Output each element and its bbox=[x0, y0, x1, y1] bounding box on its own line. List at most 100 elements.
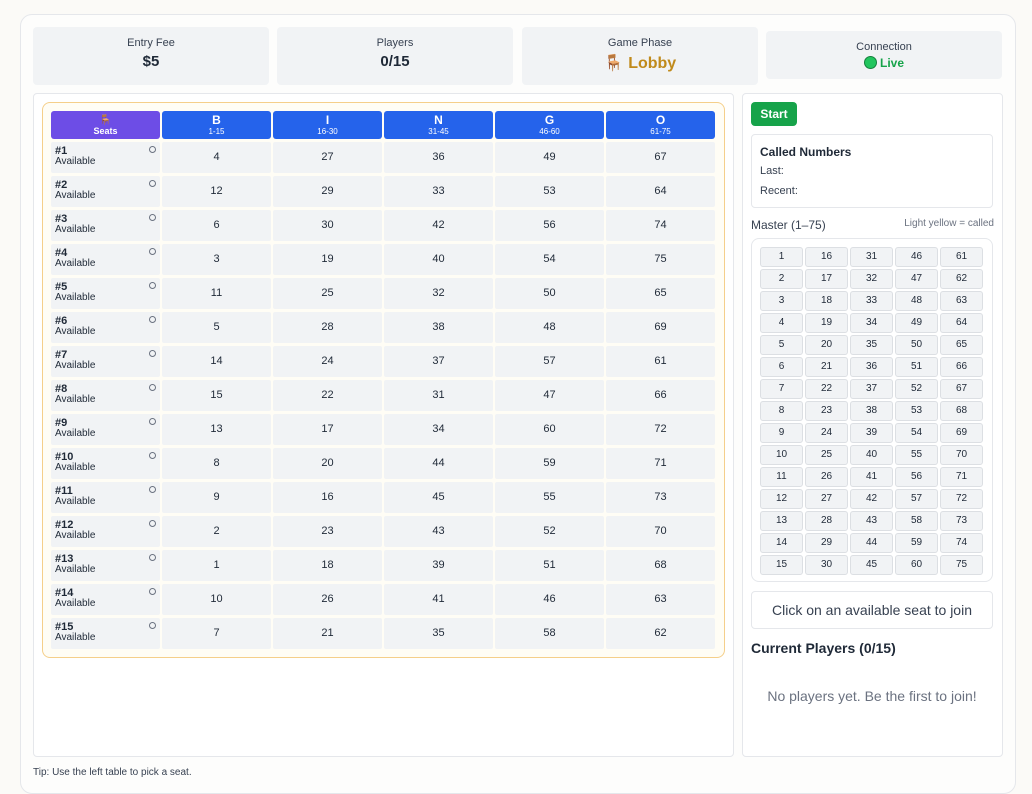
card-number-cell[interactable]: 51 bbox=[495, 550, 604, 581]
card-number-cell[interactable]: 7 bbox=[162, 618, 271, 649]
card-number-cell[interactable]: 36 bbox=[384, 142, 493, 173]
card-number-cell[interactable]: 67 bbox=[606, 142, 715, 173]
seat-11[interactable]: #11 Available bbox=[51, 482, 160, 513]
card-number-cell[interactable]: 31 bbox=[384, 380, 493, 411]
seat-4[interactable]: #4 Available bbox=[51, 244, 160, 275]
card-number-cell[interactable]: 17 bbox=[273, 414, 382, 445]
card-number-cell[interactable]: 64 bbox=[606, 176, 715, 207]
card-number-cell[interactable]: 8 bbox=[162, 448, 271, 479]
card-number-cell[interactable]: 72 bbox=[606, 414, 715, 445]
card-number-cell[interactable]: 52 bbox=[495, 516, 604, 547]
card-number-cell[interactable]: 42 bbox=[384, 210, 493, 241]
card-number-cell[interactable]: 71 bbox=[606, 448, 715, 479]
card-number-cell[interactable]: 49 bbox=[495, 142, 604, 173]
card-number-cell[interactable]: 16 bbox=[273, 482, 382, 513]
card-number-cell[interactable]: 57 bbox=[495, 346, 604, 377]
card-number-cell[interactable]: 24 bbox=[273, 346, 382, 377]
card-number-cell[interactable]: 75 bbox=[606, 244, 715, 275]
card-number-cell[interactable]: 54 bbox=[495, 244, 604, 275]
card-number-cell[interactable]: 70 bbox=[606, 516, 715, 547]
card-number-cell[interactable]: 60 bbox=[495, 414, 604, 445]
seat-2[interactable]: #2 Available bbox=[51, 176, 160, 207]
card-number-cell[interactable]: 2 bbox=[162, 516, 271, 547]
seat-3[interactable]: #3 Available bbox=[51, 210, 160, 241]
seat-5[interactable]: #5 Available bbox=[51, 278, 160, 309]
card-number-cell[interactable]: 41 bbox=[384, 584, 493, 615]
seat-10[interactable]: #10 Available bbox=[51, 448, 160, 479]
card-number-cell[interactable]: 35 bbox=[384, 618, 493, 649]
card-number-cell[interactable]: 69 bbox=[606, 312, 715, 343]
card-number-cell[interactable]: 23 bbox=[273, 516, 382, 547]
seat-6[interactable]: #6 Available bbox=[51, 312, 160, 343]
card-number-cell[interactable]: 12 bbox=[162, 176, 271, 207]
card-number-cell[interactable]: 65 bbox=[606, 278, 715, 309]
card-number-cell[interactable]: 20 bbox=[273, 448, 382, 479]
seat-13[interactable]: #13 Available bbox=[51, 550, 160, 581]
seat-board: 🪑 Seats B 1-15 I 16-30 N 31-45 G 46-60 O 61-75 #1 A… bbox=[42, 102, 725, 658]
card-number-cell[interactable]: 9 bbox=[162, 482, 271, 513]
card-number-cell[interactable]: 18 bbox=[273, 550, 382, 581]
card-number-cell[interactable]: 47 bbox=[495, 380, 604, 411]
card-number-cell[interactable]: 25 bbox=[273, 278, 382, 309]
card-number-cell[interactable]: 13 bbox=[162, 414, 271, 445]
card-number-cell[interactable]: 28 bbox=[273, 312, 382, 343]
card-number-cell[interactable]: 56 bbox=[495, 210, 604, 241]
card-number-cell[interactable]: 29 bbox=[273, 176, 382, 207]
card-number-cell[interactable]: 63 bbox=[606, 584, 715, 615]
card-number-cell[interactable]: 34 bbox=[384, 414, 493, 445]
master-number-75: 75 bbox=[940, 555, 983, 575]
card-number-cell[interactable]: 6 bbox=[162, 210, 271, 241]
card-number-cell[interactable]: 37 bbox=[384, 346, 493, 377]
card-number-cell[interactable]: 27 bbox=[273, 142, 382, 173]
card-number-cell[interactable]: 11 bbox=[162, 278, 271, 309]
card-number-cell[interactable]: 68 bbox=[606, 550, 715, 581]
seat-9[interactable]: #9 Available bbox=[51, 414, 160, 445]
card-number-cell[interactable]: 14 bbox=[162, 346, 271, 377]
card-number-cell[interactable]: 73 bbox=[606, 482, 715, 513]
card-number-cell[interactable]: 46 bbox=[495, 584, 604, 615]
seat-1[interactable]: #1 Available bbox=[51, 142, 160, 173]
card-number-cell[interactable]: 1 bbox=[162, 550, 271, 581]
card-number-cell[interactable]: 10 bbox=[162, 584, 271, 615]
seat-12[interactable]: #12 Available bbox=[51, 516, 160, 547]
card-number-cell[interactable]: 39 bbox=[384, 550, 493, 581]
seat-8[interactable]: #8 Available bbox=[51, 380, 160, 411]
card-number-cell[interactable]: 62 bbox=[606, 618, 715, 649]
card-number-cell[interactable]: 61 bbox=[606, 346, 715, 377]
card-number-cell[interactable]: 50 bbox=[495, 278, 604, 309]
card-number-cell[interactable]: 19 bbox=[273, 244, 382, 275]
card-number-cell[interactable]: 22 bbox=[273, 380, 382, 411]
card-number-cell[interactable]: 45 bbox=[384, 482, 493, 513]
card-number-cell[interactable]: 15 bbox=[162, 380, 271, 411]
seat-14[interactable]: #14 Available bbox=[51, 584, 160, 615]
start-button[interactable]: Start bbox=[751, 102, 797, 126]
card-number-cell[interactable]: 59 bbox=[495, 448, 604, 479]
card-number-cell[interactable]: 58 bbox=[495, 618, 604, 649]
card-number-cell[interactable]: 21 bbox=[273, 618, 382, 649]
master-number-64: 64 bbox=[940, 313, 983, 333]
column-range: 16-30 bbox=[317, 127, 338, 136]
card-number-cell[interactable]: 38 bbox=[384, 312, 493, 343]
card-number-cell[interactable]: 4 bbox=[162, 142, 271, 173]
card-number-cell[interactable]: 44 bbox=[384, 448, 493, 479]
card-number-cell[interactable]: 74 bbox=[606, 210, 715, 241]
master-number-73: 73 bbox=[940, 511, 983, 531]
card-number-cell[interactable]: 32 bbox=[384, 278, 493, 309]
card-number-cell[interactable]: 53 bbox=[495, 176, 604, 207]
card-number-cell[interactable]: 26 bbox=[273, 584, 382, 615]
card-number-cell[interactable]: 3 bbox=[162, 244, 271, 275]
card-number-cell[interactable]: 40 bbox=[384, 244, 493, 275]
seat-7[interactable]: #7 Available bbox=[51, 346, 160, 377]
seat-15[interactable]: #15 Available bbox=[51, 618, 160, 649]
card-number-cell[interactable]: 5 bbox=[162, 312, 271, 343]
master-number-22: 22 bbox=[805, 379, 848, 399]
master-number-10: 10 bbox=[760, 445, 803, 465]
card-number-cell[interactable]: 33 bbox=[384, 176, 493, 207]
master-number-58: 58 bbox=[895, 511, 938, 531]
card-number-cell[interactable]: 43 bbox=[384, 516, 493, 547]
card-number-cell[interactable]: 66 bbox=[606, 380, 715, 411]
card-number-cell[interactable]: 48 bbox=[495, 312, 604, 343]
card-number-cell[interactable]: 55 bbox=[495, 482, 604, 513]
master-number-35: 35 bbox=[850, 335, 893, 355]
card-number-cell[interactable]: 30 bbox=[273, 210, 382, 241]
